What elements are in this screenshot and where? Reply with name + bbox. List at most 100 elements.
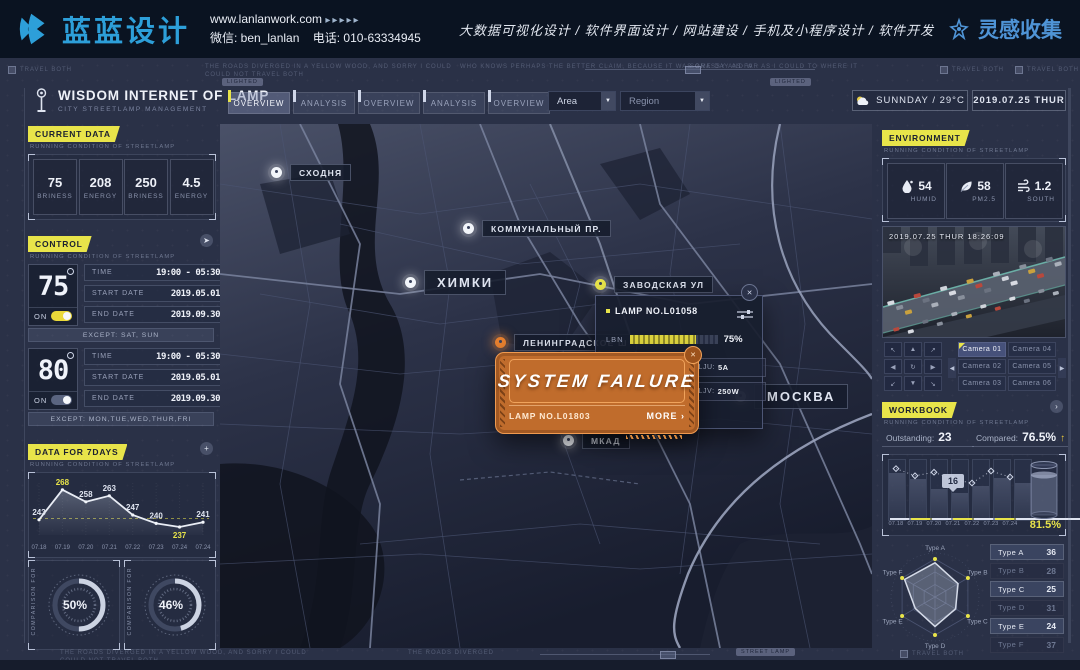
camera-item-4[interactable]: Camera 04 [1008, 342, 1056, 357]
pan-up-right-button[interactable]: ↗ [924, 342, 942, 357]
close-icon[interactable]: ✕ [741, 284, 758, 301]
warning-pin-icon[interactable] [592, 276, 609, 293]
camera-item-6[interactable]: Camera 06 [1008, 376, 1056, 391]
environment-badge: ENVIRONMENT [882, 130, 970, 146]
power-toggle[interactable] [51, 395, 72, 405]
area-select[interactable]: Area ▼ [548, 91, 616, 111]
brand-logo[interactable]: 蓝蓝设计 [16, 8, 190, 50]
seven-days-line-chart: 24326825826324724023724107.1807.1907.200… [29, 473, 213, 555]
except-bar: EXCEPT: SAT, SUN [28, 328, 214, 342]
camera-next-arrow[interactable]: ▶ [1058, 358, 1066, 378]
humidity-icon [900, 179, 914, 193]
decor-text: THE ROADS DIVERGED IN A YELLOW WOOD, AND… [205, 64, 452, 70]
pan-right-button[interactable]: ▶ [924, 359, 942, 374]
lamp-pin-icon[interactable] [402, 274, 419, 291]
tab-analysis-3[interactable]: ANALYSIS [423, 92, 485, 114]
x-tick-label: 07.19 [55, 545, 71, 551]
camera-item-1[interactable]: Camera 01 [958, 342, 1006, 357]
map-label-text: КОММУНАЛЬНЫЙ ПР. [482, 220, 611, 237]
corner-bracket [28, 560, 35, 567]
date-text: 2019.07.25 THUR [973, 95, 1065, 106]
workbook-next-icon[interactable]: › [1050, 400, 1063, 413]
tab-overview-2[interactable]: OVERVIEW [358, 92, 420, 114]
region-select[interactable]: Region ▼ [620, 91, 710, 111]
pan-up-left-button[interactable]: ↖ [884, 342, 902, 357]
camera-feed[interactable]: 2019.07.25 THUR 18:26:09 [882, 226, 1066, 338]
camera-item-2[interactable]: Camera 02 [958, 359, 1006, 374]
lighted-badge: LIGHTED [222, 78, 263, 86]
leaf-icon [959, 179, 973, 193]
pan-left-button[interactable]: ◀ [884, 359, 902, 374]
bottom-band [0, 660, 1080, 670]
lamp-pin-icon[interactable] [460, 220, 477, 237]
control-next-icon[interactable]: ➤ [200, 234, 213, 247]
type-row-6[interactable]: Type F37 [990, 637, 1064, 653]
env-tile-top: 54 [900, 179, 931, 193]
x-tick-label: 07.24 [195, 545, 211, 551]
x-tick-label: 07.20 [926, 521, 942, 527]
right-scrollbar[interactable] [1068, 88, 1071, 643]
pan-down-button[interactable]: ▼ [904, 376, 922, 391]
map-label-1[interactable]: КОММУНАЛЬНЫЙ ПР. [460, 220, 611, 237]
rotate-button[interactable]: ↻ [904, 359, 922, 374]
sliders-icon[interactable] [737, 306, 753, 324]
checkbox-icon [940, 66, 948, 74]
camera-item-3[interactable]: Camera 03 [958, 376, 1006, 391]
inspiration-collect[interactable]: 灵感收集 [947, 14, 1062, 44]
radar-axis-label: Type D [925, 643, 946, 650]
type-row-3[interactable]: Type C25 [990, 581, 1064, 597]
env-label: SOUTH [1027, 196, 1055, 203]
power-toggle[interactable] [51, 311, 72, 321]
lbn-progressbar[interactable] [630, 335, 718, 344]
type-row-2[interactable]: Type B28 [990, 563, 1064, 579]
map-label-text: СХОДНЯ [290, 164, 351, 181]
env-label: HUMID [911, 196, 937, 203]
website-link[interactable]: www.lanlanwork.com [210, 12, 322, 26]
control-badge: CONTROL [28, 236, 92, 252]
current-data-badge: CURRENT DATA [28, 126, 120, 142]
map-label-text: МКАД [582, 432, 630, 449]
map-label-6[interactable]: МКАД [560, 432, 630, 449]
compared-value: 76.5% [1022, 430, 1056, 444]
tile-value: 208 [90, 175, 112, 190]
x-tick-label: 07.24 [1002, 521, 1018, 527]
dim-level-box: 75ON [28, 264, 78, 326]
type-row-4[interactable]: Type D31 [990, 600, 1064, 616]
env-value: 58 [977, 179, 990, 193]
tab-analysis-1[interactable]: ANALYSIS [293, 92, 355, 114]
pan-down-left-button[interactable]: ↙ [884, 376, 902, 391]
pan-up-button[interactable]: ▲ [904, 342, 922, 357]
x-tick-label: 07.19 [907, 521, 923, 527]
decor-text: THE ROADS DIVERGED IN A YELLOW WOOD, AND… [60, 650, 307, 656]
pan-down-right-button[interactable]: ↘ [924, 376, 942, 391]
tab-overview-4[interactable]: OVERVIEW [488, 92, 550, 114]
camera-prev-arrow[interactable]: ◀ [948, 358, 956, 378]
screen: 蓝蓝设计 www.lanlanwork.com ▸▸▸▸▸ 微信: ben_la… [0, 0, 1080, 670]
tab-overview-0[interactable]: OVERVIEW [228, 92, 290, 114]
close-icon[interactable]: ✕ [684, 346, 702, 364]
panel-subtitle: RUNNING CONDITION OF STREETLAMP [30, 462, 175, 468]
camera-item-5[interactable]: Camera 05 [1008, 359, 1056, 374]
radar-axis-label: Type C [967, 619, 988, 626]
map-label-0[interactable]: СХОДНЯ [268, 164, 351, 181]
sun-cloud-icon [855, 95, 870, 106]
decor-text: THE ROADS DIVERGED [408, 650, 494, 656]
dim-level-box: 80ON [28, 348, 78, 410]
lamp-pin-icon[interactable] [268, 164, 285, 181]
seven-days-expand-icon[interactable]: + [200, 442, 213, 455]
map-view[interactable]: СХОДНЯКОММУНАЛЬНЫЙ ПР.ХИМКИЗАВОДСКАЯ УЛЛ… [220, 124, 872, 648]
map-label-3[interactable]: ЗАВОДСКАЯ УЛ [592, 276, 713, 293]
more-button[interactable]: MORE › [647, 411, 686, 421]
type-radar-chart: Type AType BType CType DType EType F [880, 540, 990, 652]
lamp-pin-icon[interactable] [560, 432, 577, 449]
lbn-row: LBN75% [606, 334, 743, 345]
map-label-2[interactable]: ХИМКИ [402, 270, 506, 295]
decor-text: SOME DAY AS FAR AS I COULD TO WHERE IT [690, 64, 858, 70]
type-row-5[interactable]: Type E24 [990, 618, 1064, 634]
type-name: Type C [998, 585, 1025, 594]
alert-pin-icon[interactable] [492, 334, 509, 351]
point-value: 247 [126, 503, 140, 512]
type-row-1[interactable]: Type A36 [990, 544, 1064, 560]
slider-handle [660, 651, 676, 659]
gauge-value: 46% [159, 598, 183, 612]
